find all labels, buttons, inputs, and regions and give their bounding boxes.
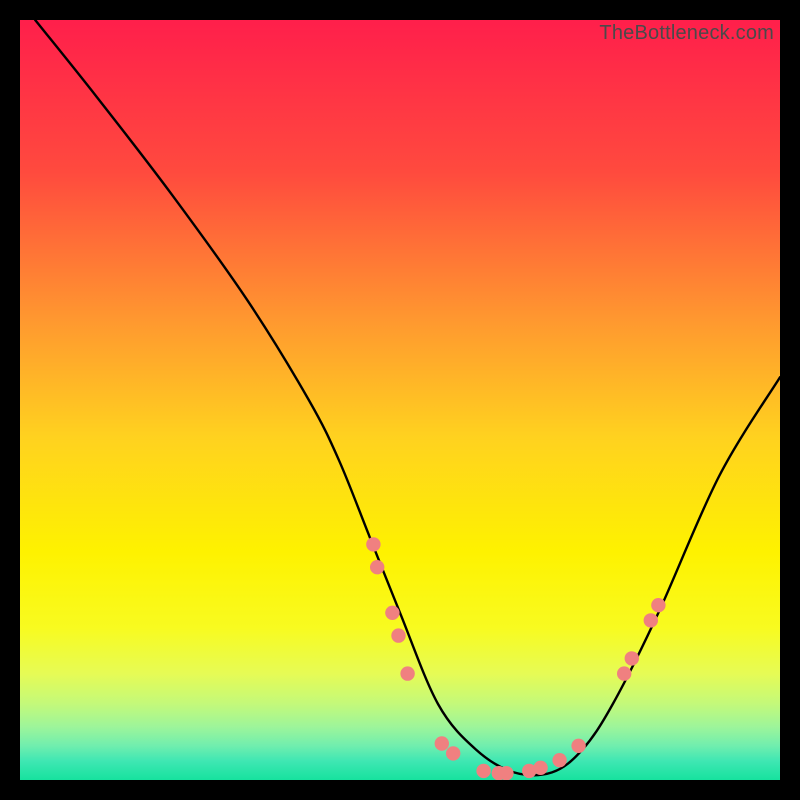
watermark-text: TheBottleneck.com xyxy=(599,22,774,45)
data-marker xyxy=(400,666,414,680)
data-marker xyxy=(644,613,658,627)
data-marker xyxy=(391,628,405,642)
data-marker xyxy=(625,651,639,665)
data-marker xyxy=(499,766,513,780)
data-marker xyxy=(617,666,631,680)
data-marker xyxy=(552,753,566,767)
data-marker xyxy=(476,764,490,778)
data-marker xyxy=(366,537,380,551)
data-marker xyxy=(385,606,399,620)
bottleneck-curve-path xyxy=(35,20,780,775)
data-marker xyxy=(651,598,665,612)
data-marker xyxy=(571,739,585,753)
bottleneck-curve-svg xyxy=(20,20,780,780)
chart-frame: TheBottleneck.com xyxy=(20,20,780,780)
data-marker xyxy=(435,736,449,750)
data-marker xyxy=(533,761,547,775)
data-marker xyxy=(370,560,384,574)
data-marker xyxy=(446,746,460,760)
data-markers-group xyxy=(366,537,665,780)
